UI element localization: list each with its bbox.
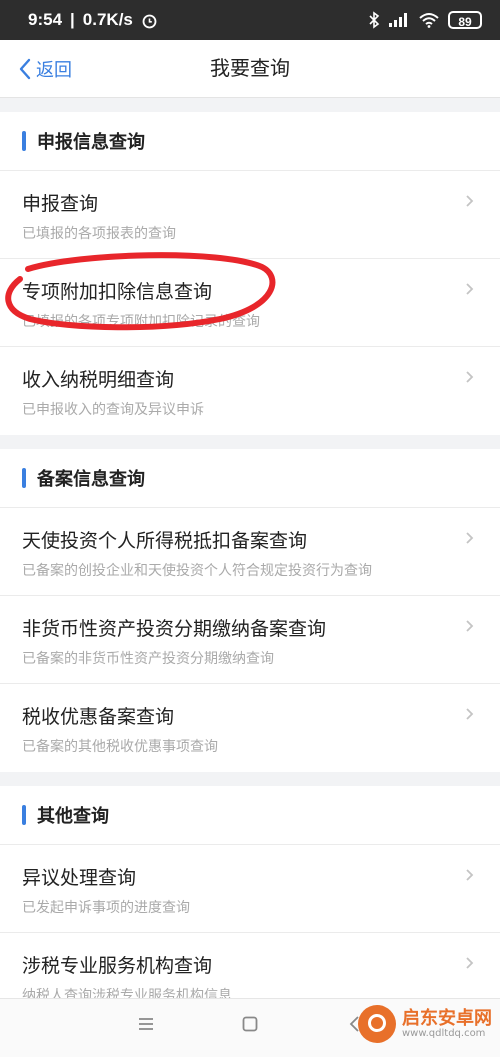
watermark-url: www.qdltdq.com: [402, 1028, 486, 1040]
section-accent-bar: [22, 468, 26, 488]
wifi-icon: [419, 13, 439, 28]
item-title: 天使投资个人所得税抵扣备案查询: [22, 530, 308, 552]
network-speed: 0.7K/s: [82, 10, 133, 29]
chevron-right-icon: [466, 957, 474, 969]
item-subtitle: 已填报的各项专项附加扣除记录的查询: [22, 314, 260, 330]
section-title: 备案信息查询: [37, 469, 145, 490]
bluetooth-icon: [369, 11, 380, 29]
section-title: 申报信息查询: [37, 132, 145, 153]
status-left: 9:54 | 0.7K/s: [28, 10, 158, 30]
chevron-right-icon: [466, 869, 474, 881]
home-icon[interactable]: [241, 1015, 259, 1033]
list-item-angel-investment-query[interactable]: 天使投资个人所得税抵扣备案查询 已备案的创投企业和天使投资个人符合规定投资行为查…: [0, 508, 500, 596]
chevron-left-icon: [19, 58, 31, 79]
status-time: 9:54: [28, 10, 63, 29]
section-filing-info: 备案信息查询 天使投资个人所得税抵扣备案查询 已备案的创投企业和天使投资个人符合…: [0, 449, 500, 772]
item-title: 税收优惠备案查询: [22, 706, 175, 728]
chevron-right-icon: [466, 708, 474, 720]
chevron-right-icon: [466, 283, 474, 295]
list-item-income-tax-detail-query[interactable]: 收入纳税明细查询 已申报收入的查询及异议申诉: [0, 347, 500, 435]
query-list: 申报信息查询 申报查询 已填报的各项报表的查询 专项附加扣除信息查询 已填报的各…: [0, 112, 500, 1035]
chevron-right-icon: [466, 620, 474, 632]
chevron-right-icon: [466, 195, 474, 207]
status-right: 89: [368, 11, 482, 29]
list-item-objection-handling-query[interactable]: 异议处理查询 已发起申诉事项的进度查询: [0, 845, 500, 933]
alarm-icon: [142, 14, 157, 28]
page-title: 我要查询: [210, 56, 290, 80]
item-subtitle: 已填报的各项报表的查询: [22, 226, 176, 242]
item-subtitle: 已备案的其他税收优惠事项查询: [22, 739, 218, 755]
watermark: 启东安卓网 www.qdltdq.com: [358, 1005, 492, 1043]
section-title: 其他查询: [37, 806, 109, 827]
item-title: 涉税专业服务机构查询: [22, 955, 213, 977]
battery-indicator: 89: [448, 11, 482, 29]
item-subtitle: 已备案的非货币性资产投资分期缴纳查询: [22, 651, 274, 667]
section-header: 其他查询: [0, 786, 500, 845]
item-title: 非货币性资产投资分期缴纳备案查询: [22, 618, 327, 640]
chevron-right-icon: [466, 532, 474, 544]
section-header: 备案信息查询: [0, 449, 500, 508]
status-bar: 9:54 | 0.7K/s 89: [0, 0, 500, 40]
item-title: 申报查询: [22, 193, 99, 215]
section-accent-bar: [22, 131, 26, 151]
item-title: 专项附加扣除信息查询: [22, 281, 213, 303]
section-accent-bar: [22, 805, 26, 825]
watermark-name: 启东安卓网: [402, 1007, 492, 1029]
item-subtitle: 已申报收入的查询及异议申诉: [22, 402, 204, 418]
section-header: 申报信息查询: [0, 112, 500, 171]
list-item-declaration-query[interactable]: 申报查询 已填报的各项报表的查询: [0, 171, 500, 259]
list-item-tax-incentive-query[interactable]: 税收优惠备案查询 已备案的其他税收优惠事项查询: [0, 684, 500, 772]
list-item-special-deduction-query[interactable]: 专项附加扣除信息查询 已填报的各项专项附加扣除记录的查询: [0, 259, 500, 347]
item-subtitle: 已备案的创投企业和天使投资个人符合规定投资行为查询: [22, 563, 372, 579]
item-title: 异议处理查询: [22, 867, 137, 889]
section-other-queries: 其他查询 异议处理查询 已发起申诉事项的进度查询 涉税专业服务机构查询 纳税人查…: [0, 786, 500, 1021]
watermark-logo: [358, 1005, 396, 1043]
back-label: 返回: [36, 59, 72, 81]
list-item-non-monetary-asset-query[interactable]: 非货币性资产投资分期缴纳备案查询 已备案的非货币性资产投资分期缴纳查询: [0, 596, 500, 684]
signal-icon: [389, 13, 407, 27]
status-separator: |: [70, 10, 75, 29]
menu-icon[interactable]: [137, 1015, 155, 1033]
item-title: 收入纳税明细查询: [22, 369, 175, 391]
nav-bar: 返回 我要查询: [0, 40, 500, 98]
item-subtitle: 已发起申诉事项的进度查询: [22, 900, 190, 916]
back-button[interactable]: 返回: [18, 40, 72, 97]
watermark-text: 启东安卓网 www.qdltdq.com: [402, 1007, 492, 1040]
section-declaration-info: 申报信息查询 申报查询 已填报的各项报表的查询 专项附加扣除信息查询 已填报的各…: [0, 112, 500, 435]
chevron-right-icon: [466, 371, 474, 383]
